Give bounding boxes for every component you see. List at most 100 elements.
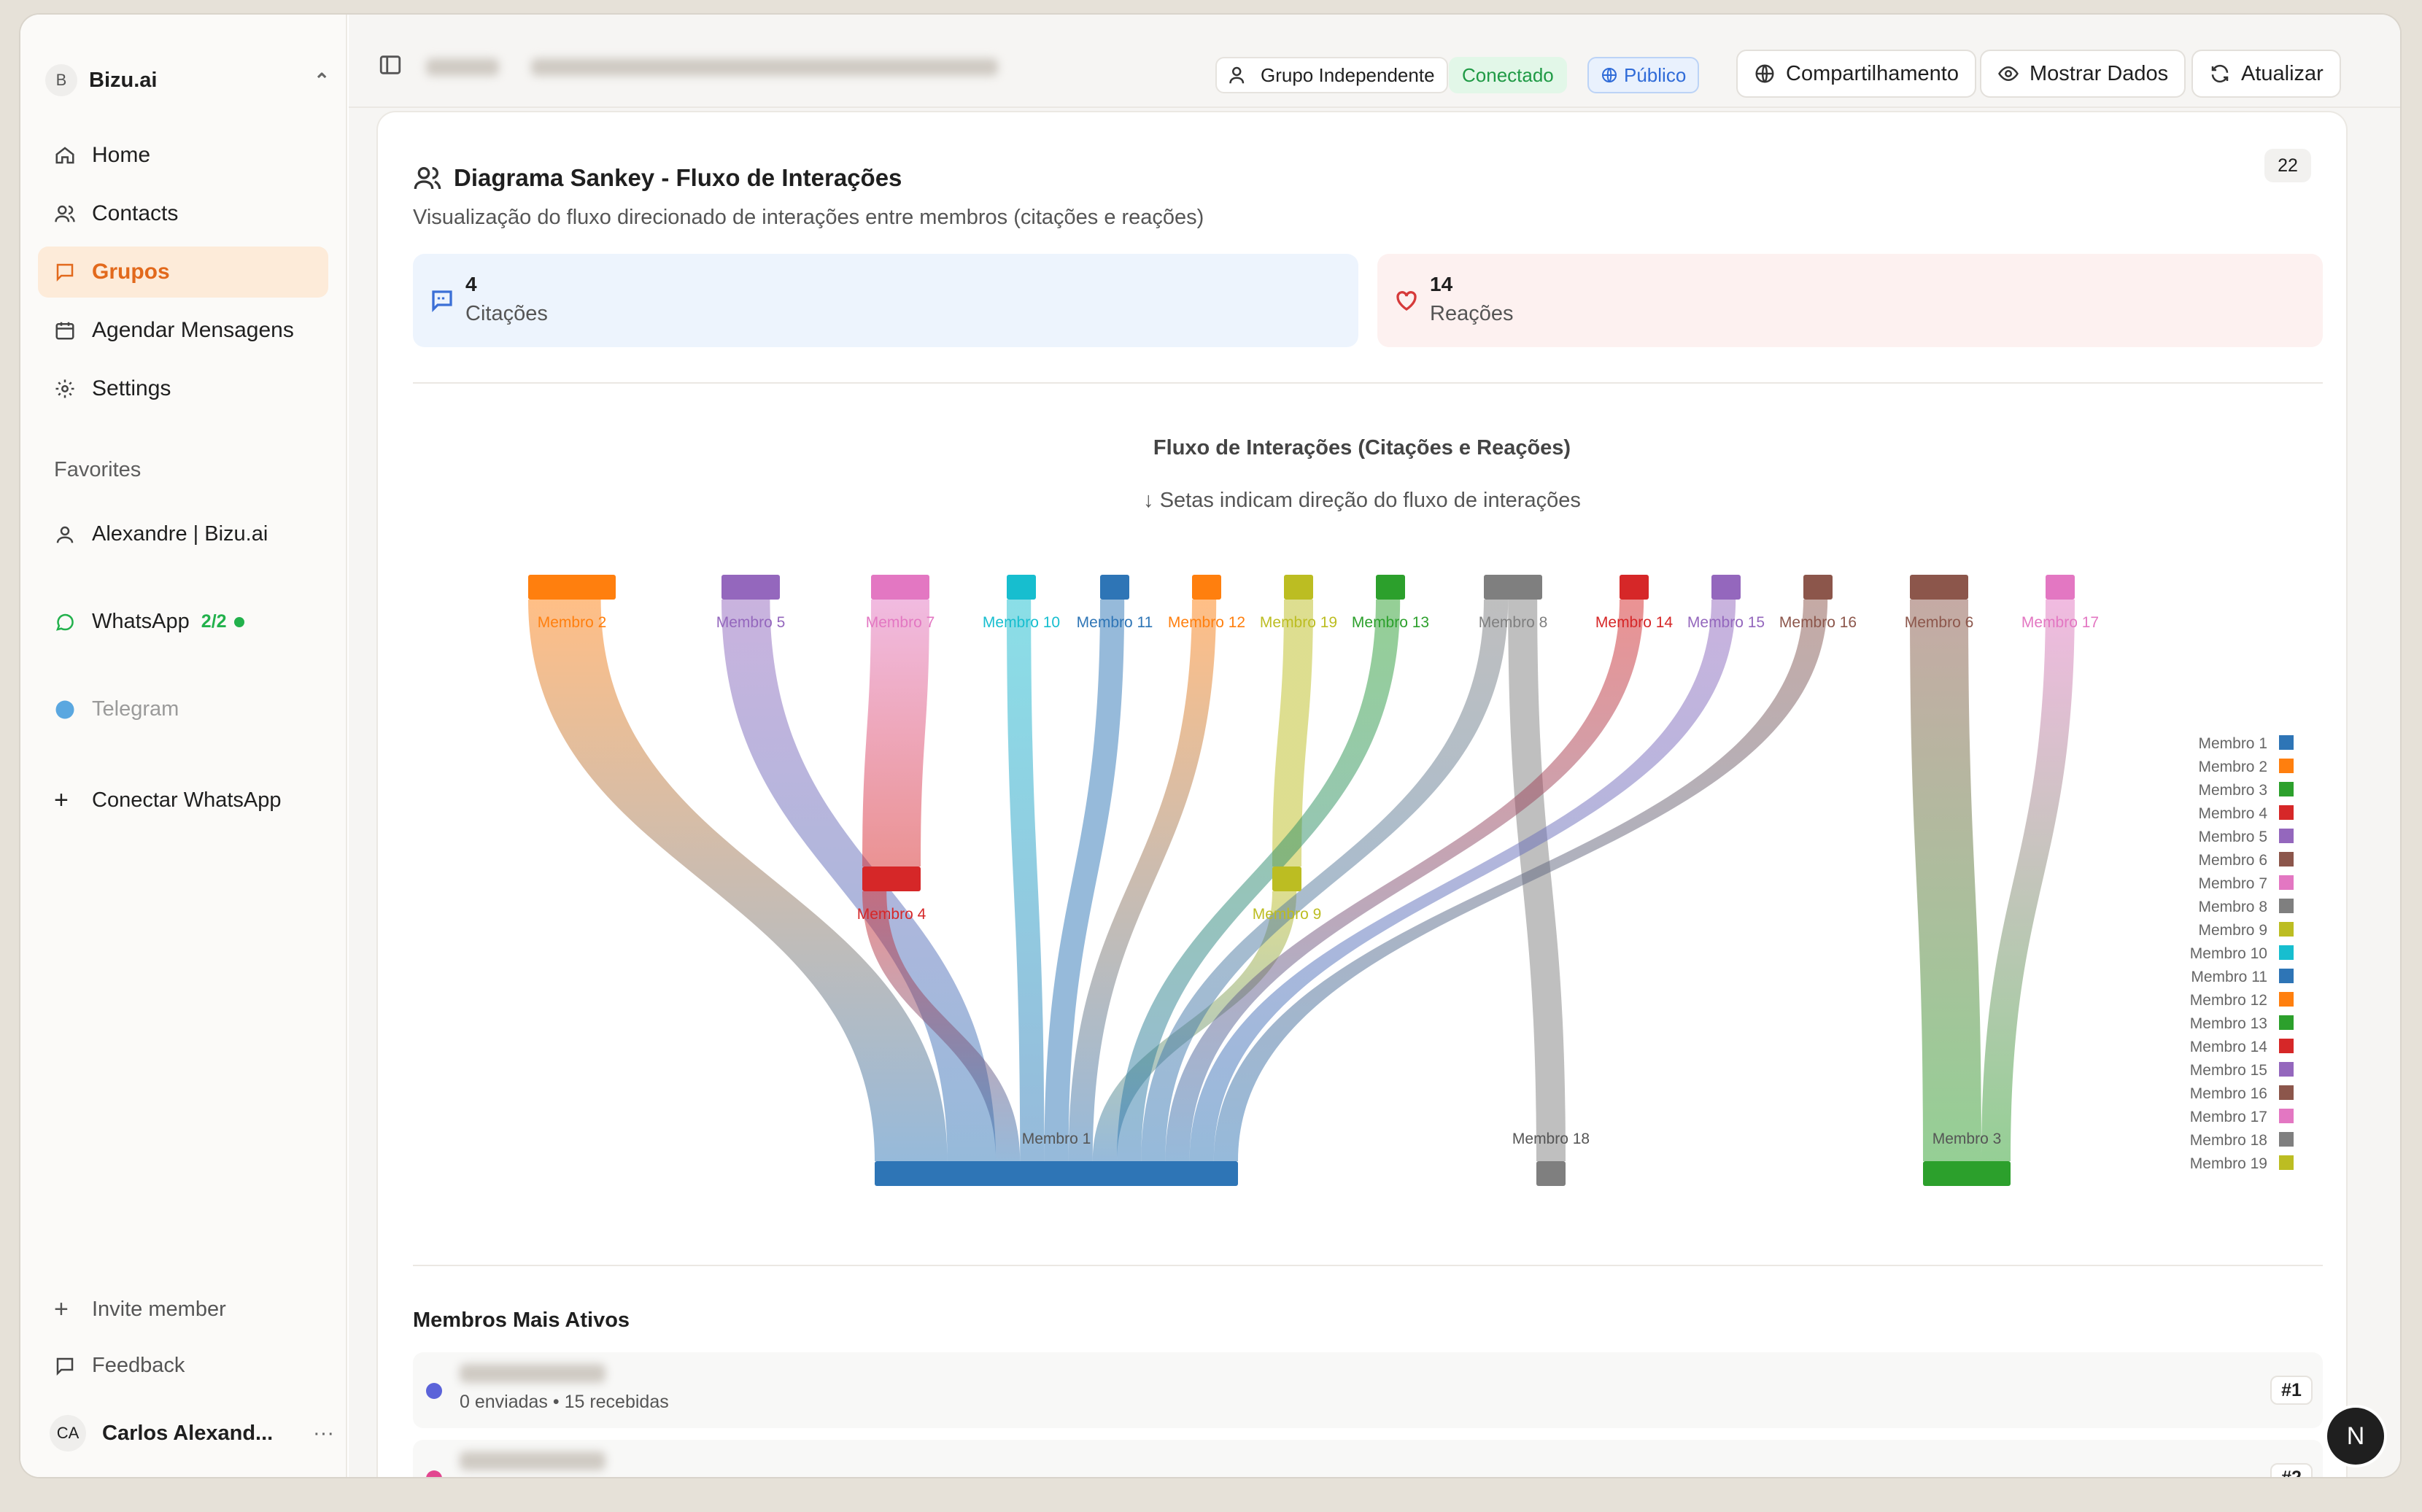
sankey-node-label: Membro 3	[1932, 1131, 2002, 1147]
sankey-node-label: Membro 4	[857, 906, 926, 923]
legend-label: Membro 17	[2190, 1109, 2267, 1125]
sankey-card: Diagrama Sankey - Fluxo de Interações Vi…	[378, 112, 2346, 1477]
member-color-dot	[426, 1383, 442, 1399]
visibility-label: Público	[1624, 63, 1687, 86]
sankey-node[interactable]	[1803, 575, 1833, 600]
sankey-node[interactable]	[1376, 575, 1405, 600]
user-name: Carlos Alexand...	[102, 1421, 274, 1445]
feedback-item[interactable]: Feedback	[54, 1354, 185, 1378]
legend-swatch	[2279, 992, 2294, 1007]
sankey-node[interactable]	[1536, 1161, 1566, 1186]
connect-whatsapp-item[interactable]: + Conectar WhatsApp	[54, 786, 282, 815]
legend-swatch	[2279, 899, 2294, 913]
sankey-node[interactable]	[2046, 575, 2075, 600]
whatsapp-item[interactable]: WhatsApp 2/2	[54, 610, 244, 634]
legend-swatch	[2279, 782, 2294, 796]
sankey-link	[1007, 600, 1045, 1161]
member-row[interactable]: #2	[413, 1440, 2323, 1477]
users-icon	[55, 205, 75, 222]
sankey-node[interactable]	[1923, 1161, 2011, 1186]
legend-label: Membro 11	[2191, 969, 2267, 985]
home-icon	[55, 147, 74, 164]
sankey-node-label: Membro 1	[1022, 1131, 1091, 1147]
legend-label: Membro 16	[2190, 1085, 2267, 1102]
sankey-node-label: Membro 19	[1260, 614, 1337, 631]
visibility-badge: Público	[1587, 57, 1700, 93]
sankey-node[interactable]	[862, 867, 921, 891]
group-type-label: Grupo Independente	[1261, 63, 1435, 86]
share-button[interactable]: Compartilhamento	[1736, 50, 1976, 98]
avatar: CA	[50, 1415, 86, 1451]
refresh-icon	[2211, 64, 2229, 83]
sankey-node[interactable]	[1100, 575, 1129, 600]
legend-swatch	[2279, 875, 2294, 890]
legend-label: Membro 9	[2198, 922, 2267, 939]
sankey-node[interactable]	[1272, 867, 1301, 891]
sankey-node[interactable]	[1910, 575, 1968, 600]
show-data-button[interactable]: Mostrar Dados	[1980, 50, 2186, 98]
sankey-node[interactable]	[1620, 575, 1649, 600]
nav-item-grupos[interactable]: Grupos	[38, 247, 328, 298]
legend-swatch	[2279, 759, 2294, 773]
user-icon	[56, 526, 74, 543]
legend-label: Membro 3	[2198, 782, 2267, 799]
legend-label: Membro 10	[2190, 945, 2267, 962]
nav-item-home[interactable]: Home	[38, 130, 328, 181]
legend-swatch	[2279, 1132, 2294, 1147]
legend-swatch	[2279, 1015, 2294, 1030]
refresh-button[interactable]: Atualizar	[2191, 50, 2341, 98]
nav-item-settings[interactable]: Settings	[38, 363, 328, 414]
whatsapp-icon	[55, 613, 74, 631]
legend-swatch	[2279, 1085, 2294, 1100]
favorites-heading: Favorites	[54, 458, 142, 481]
member-row[interactable]: 0 enviadas • 15 recebidas #1	[413, 1352, 2323, 1428]
sankey-node-label: Membro 17	[2021, 614, 2099, 631]
favorite-item[interactable]: Alexandre | Bizu.ai	[54, 522, 268, 546]
assistant-button[interactable]: N	[2327, 1408, 2384, 1465]
sankey-node[interactable]	[871, 575, 929, 600]
sankey-node[interactable]	[1711, 575, 1741, 600]
user-menu[interactable]: CA Carlos Alexand... ···	[50, 1415, 334, 1451]
nav-item-agendar-mensagens[interactable]: Agendar Mensagens	[38, 305, 328, 356]
main-area: Grupo Independente Conectado Público Com…	[349, 15, 2400, 1477]
legend-label: Membro 8	[2198, 899, 2267, 915]
whatsapp-count: 2/2	[201, 611, 227, 632]
sankey-node-label: Membro 8	[1479, 614, 1548, 631]
globe-icon	[1602, 68, 1617, 82]
share-label: Compartilhamento	[1786, 61, 1959, 85]
sankey-node[interactable]	[1007, 575, 1036, 600]
legend-label: Membro 2	[2198, 759, 2267, 775]
telegram-item[interactable]: Telegram	[54, 697, 179, 721]
sankey-node[interactable]	[1284, 575, 1313, 600]
legend-swatch	[2279, 829, 2294, 843]
chevron-up-down-icon: ⌃	[314, 69, 330, 91]
legend-swatch	[2279, 805, 2294, 820]
group-type-badge: Grupo Independente	[1215, 57, 1448, 93]
sankey-node-label: Membro 14	[1595, 614, 1674, 631]
gear-icon	[55, 379, 74, 398]
sankey-node[interactable]	[721, 575, 780, 600]
member-name-blurred	[460, 1364, 606, 1383]
sankey-node-label: Membro 10	[983, 614, 1060, 631]
member-name-blurred	[460, 1451, 606, 1470]
workspace-switcher[interactable]: B Bizu.ai ⌃	[45, 50, 330, 111]
main-nav: Home Contacts Grupos Agendar Mensagens S…	[38, 130, 328, 422]
members-title: Membros Mais Ativos	[413, 1309, 630, 1332]
sankey-node[interactable]	[875, 1161, 1238, 1186]
more-icon[interactable]: ···	[313, 1422, 334, 1446]
online-dot	[233, 616, 244, 627]
plus-icon: +	[54, 786, 69, 814]
nav-item-contacts[interactable]: Contacts	[38, 188, 328, 239]
sankey-node[interactable]	[1192, 575, 1221, 600]
sankey-node-label: Membro 5	[716, 614, 786, 631]
sidebar-toggle-icon[interactable]	[378, 53, 403, 77]
sankey-node[interactable]	[1484, 575, 1542, 600]
sankey-node[interactable]	[528, 575, 616, 600]
sankey-node-label: Membro 2	[538, 614, 607, 631]
workspace-logo: B	[45, 64, 77, 96]
legend-label: Membro 7	[2198, 875, 2267, 892]
legend-swatch	[2279, 969, 2294, 983]
nav-label: Settings	[92, 376, 171, 400]
invite-member-item[interactable]: + Invite member	[54, 1295, 226, 1324]
member-color-dot	[426, 1470, 442, 1477]
